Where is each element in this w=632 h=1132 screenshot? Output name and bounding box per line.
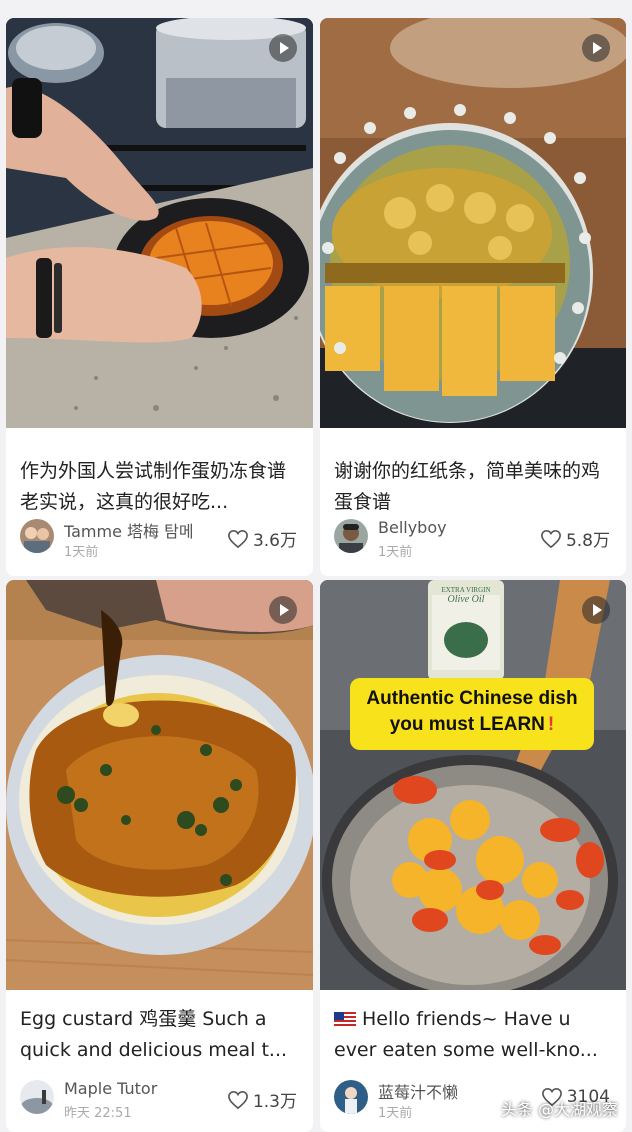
bottle-label-line: EXTRA VIRGIN: [441, 586, 491, 594]
post-title[interactable]: Egg custard 鸡蛋羹 Such a quick and delicio…: [20, 1004, 299, 1066]
thumbnail-image: [6, 580, 313, 990]
play-icon: [582, 34, 610, 62]
bottle-label: EXTRA VIRGIN Olive Oil: [432, 586, 500, 605]
heart-icon: [228, 1090, 248, 1109]
caption-line: Authentic Chinese dish: [366, 688, 578, 709]
like-button[interactable]: 5.8万: [540, 526, 610, 551]
feed-card[interactable]: Authentic Chinese dish you must LEARN! E…: [320, 580, 626, 1132]
post-title[interactable]: 谢谢你的红纸条，简单美味的鸡蛋食谱: [334, 456, 612, 518]
author-name[interactable]: 蓝莓汁不懒: [378, 1079, 458, 1103]
video-thumbnail[interactable]: [6, 18, 313, 428]
avatar[interactable]: [334, 1080, 368, 1114]
thumbnail-image: [320, 580, 626, 990]
author-name[interactable]: Tamme 塔梅 탐메: [64, 518, 194, 542]
heart-icon: [541, 529, 561, 548]
heart-icon: [228, 529, 248, 548]
thumbnail-image: [6, 18, 313, 428]
avatar[interactable]: [334, 519, 368, 553]
post-title-text: Hello friends~ Have u ever eaten some we…: [334, 1008, 598, 1061]
post-time: 昨天 22:51: [64, 1106, 132, 1121]
author-name[interactable]: Bellyboy: [378, 518, 447, 537]
like-count: 3.6万: [252, 531, 297, 551]
post-time: 1天前: [378, 545, 413, 560]
like-button[interactable]: 1.3万: [227, 1087, 297, 1112]
play-icon: [269, 596, 297, 624]
post-title[interactable]: 作为外国人尝试制作蛋奶冻食谱 老实说，这真的很好吃...: [20, 456, 299, 518]
video-thumbnail[interactable]: [320, 18, 626, 428]
avatar[interactable]: [20, 1080, 54, 1114]
video-thumbnail[interactable]: Authentic Chinese dish you must LEARN! E…: [320, 580, 626, 990]
feed-card[interactable]: 谢谢你的红纸条，简单美味的鸡蛋食谱 Bellyboy 1天前 5.8万: [320, 18, 626, 576]
post-time: 1天前: [378, 1106, 413, 1121]
bottle-label-line: Olive Oil: [447, 594, 485, 605]
caption-line: you must LEARN: [389, 714, 545, 735]
thumbnail-image: [320, 18, 626, 428]
like-button[interactable]: 3.6万: [227, 526, 297, 551]
play-icon: [269, 34, 297, 62]
post-time: 1天前: [64, 545, 99, 560]
play-icon: [582, 596, 610, 624]
us-flag-icon: [334, 1012, 356, 1026]
post-title[interactable]: Hello friends~ Have u ever eaten some we…: [334, 1004, 612, 1066]
avatar[interactable]: [20, 519, 54, 553]
like-count: 1.3万: [252, 1092, 297, 1112]
author-name[interactable]: Maple Tutor: [64, 1079, 157, 1098]
exclamation-mark: !: [547, 714, 555, 735]
video-caption-overlay: Authentic Chinese dish you must LEARN!: [350, 678, 594, 750]
feed-card[interactable]: Egg custard 鸡蛋羹 Such a quick and delicio…: [6, 580, 313, 1132]
like-count: 5.8万: [565, 531, 610, 551]
watermark: 头条 @大湖观察: [500, 1100, 618, 1119]
video-thumbnail[interactable]: [6, 580, 313, 990]
feed-card[interactable]: 作为外国人尝试制作蛋奶冻食谱 老实说，这真的很好吃... Tamme 塔梅 탐메…: [6, 18, 313, 576]
